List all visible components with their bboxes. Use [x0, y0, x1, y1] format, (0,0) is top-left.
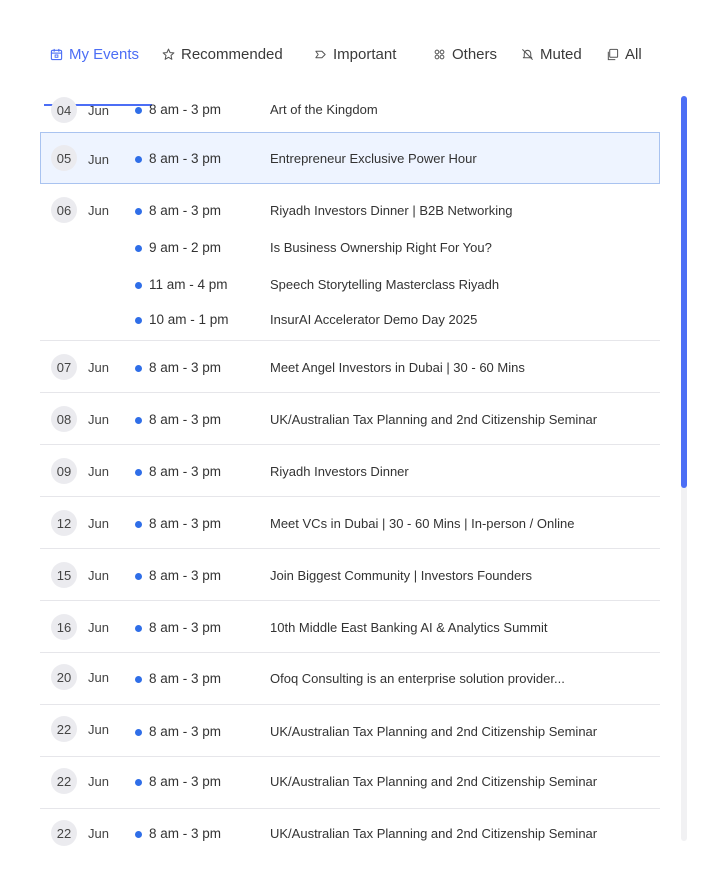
event-title: Meet VCs in Dubai | 30 - 60 Mins | In-pe… [270, 516, 575, 531]
day-group: 09 Jun 8 am - 3 pm Riyadh Investors Dinn… [40, 445, 660, 497]
event-time: 8 am - 3 pm [149, 151, 222, 166]
event-dot [135, 282, 142, 289]
event-item[interactable]: 8 am - 3 pm Join Biggest Community | Inv… [40, 567, 660, 587]
event-time: 9 am - 2 pm [149, 240, 222, 255]
event-item[interactable]: 8 am - 3 pm UK/Australian Tax Planning a… [40, 825, 660, 845]
day-group: 16 Jun 8 am - 3 pm 10th Middle East Bank… [40, 601, 660, 653]
copy-icon [607, 48, 619, 60]
event-time: 8 am - 3 pm [149, 671, 222, 686]
day-group: 06 Jun 8 am - 3 pm Riyadh Investors Dinn… [40, 184, 660, 341]
day-group: 22 Jun 8 am - 3 pm UK/Australian Tax Pla… [40, 705, 660, 757]
tab-label: All [625, 45, 642, 63]
event-time: 8 am - 3 pm [149, 102, 222, 117]
event-title: Speech Storytelling Masterclass Riyadh [270, 277, 500, 292]
event-title: Riyadh Investors Dinner [270, 464, 409, 479]
tab-muted[interactable]: Muted [521, 34, 582, 74]
day-group: 15 Jun 8 am - 3 pm Join Biggest Communit… [40, 549, 660, 601]
event-tabs: My Events Recommended Important Others M… [40, 34, 660, 106]
event-item[interactable]: 8 am - 3 pm 10th Middle East Banking AI … [40, 619, 660, 639]
event-item[interactable]: 8 am - 3 pm Riyadh Investors Dinner | B2… [40, 202, 660, 222]
event-time: 8 am - 3 pm [149, 516, 222, 531]
event-item[interactable]: 8 am - 3 pm Ofoq Consulting is an enterp… [40, 670, 660, 690]
tab-all[interactable]: All [606, 34, 642, 74]
event-dot [135, 625, 142, 632]
event-item[interactable]: 8 am - 3 pm Meet VCs in Dubai | 30 - 60 … [40, 515, 660, 535]
event-dot [135, 107, 142, 114]
event-title: Riyadh Investors Dinner | B2B Networking [270, 203, 513, 218]
event-item[interactable]: 11 am - 4 pm Speech Storytelling Masterc… [40, 276, 660, 296]
event-time: 8 am - 3 pm [149, 203, 222, 218]
event-item[interactable]: 8 am - 3 pm Riyadh Investors Dinner [40, 463, 660, 483]
event-title: Meet Angel Investors in Dubai | 30 - 60 … [270, 360, 525, 375]
event-time: 8 am - 3 pm [149, 568, 222, 583]
tab-label: My Events [69, 45, 140, 63]
day-group: 20 Jun 8 am - 3 pm Ofoq Consulting is an… [40, 653, 660, 705]
day-group: 08 Jun 8 am - 3 pm UK/Australian Tax Pla… [40, 393, 660, 445]
day-group: 12 Jun 8 am - 3 pm Meet VCs in Dubai | 3… [40, 497, 660, 549]
event-dot [135, 831, 142, 838]
event-dot [135, 208, 142, 215]
event-dot [135, 676, 142, 683]
event-title: InsurAI Accelerator Demo Day 2025 [270, 312, 478, 327]
tab-label: Muted [540, 45, 582, 63]
event-item[interactable]: 8 am - 3 pm UK/Australian Tax Planning a… [40, 723, 660, 743]
dots-icon [434, 49, 445, 59]
day-group: 22 Jun 8 am - 3 pm UK/Australian Tax Pla… [40, 757, 660, 809]
event-item[interactable]: 8 am - 3 pm Art of the Kingdom [40, 101, 660, 121]
event-dot [135, 156, 142, 163]
event-time: 8 am - 3 pm [149, 620, 222, 635]
event-title: UK/Australian Tax Planning and 2nd Citiz… [270, 826, 598, 841]
event-time: 11 am - 4 pm [149, 277, 228, 292]
tab-important[interactable]: Important [314, 34, 396, 74]
event-title: UK/Australian Tax Planning and 2nd Citiz… [270, 774, 598, 789]
event-time: 8 am - 3 pm [149, 724, 222, 739]
label-icon [315, 50, 326, 58]
event-item[interactable]: 8 am - 3 pm Entrepreneur Exclusive Power… [40, 150, 660, 170]
day-group: 04 Jun 8 am - 3 pm Art of the Kingdom [40, 88, 660, 133]
event-dot [135, 245, 142, 252]
mute-icon [522, 48, 533, 60]
event-item[interactable]: 9 am - 2 pm Is Business Ownership Right … [40, 239, 660, 259]
day-group: 07 Jun 8 am - 3 pm Meet Angel Investors … [40, 341, 660, 393]
day-group: 22 Jun 8 am - 3 pm UK/Australian Tax Pla… [40, 809, 660, 860]
event-time: 8 am - 3 pm [149, 826, 222, 841]
event-item[interactable]: 8 am - 3 pm UK/Australian Tax Planning a… [40, 411, 660, 431]
event-time: 8 am - 3 pm [149, 412, 222, 427]
event-title: Is Business Ownership Right For You? [270, 240, 492, 255]
event-dot [135, 469, 142, 476]
event-dot [135, 729, 142, 736]
event-dot [135, 417, 142, 424]
event-title: UK/Australian Tax Planning and 2nd Citiz… [270, 412, 598, 427]
tab-label: Others [452, 45, 498, 63]
event-time: 8 am - 3 pm [149, 774, 222, 789]
event-title: Art of the Kingdom [270, 102, 378, 117]
star-icon [162, 48, 175, 60]
calendar-icon [50, 48, 63, 60]
event-title: Join Biggest Community | Investors Found… [270, 568, 533, 583]
event-title: 10th Middle East Banking AI & Analytics … [270, 620, 548, 635]
event-dot [135, 573, 142, 580]
event-time: 8 am - 3 pm [149, 464, 222, 479]
day-group-selected: 05 Jun 8 am - 3 pm Entrepreneur Exclusiv… [40, 132, 660, 184]
tab-my-events[interactable]: My Events [50, 34, 139, 74]
event-title: Entrepreneur Exclusive Power Hour [270, 151, 477, 166]
event-title: UK/Australian Tax Planning and 2nd Citiz… [270, 724, 598, 739]
event-title: Ofoq Consulting is an enterprise solutio… [270, 671, 565, 686]
event-dot [135, 779, 142, 786]
event-dot [135, 365, 142, 372]
event-time: 8 am - 3 pm [149, 360, 222, 375]
tab-others[interactable]: Others [433, 34, 497, 74]
event-dot [135, 317, 142, 324]
event-item[interactable]: 8 am - 3 pm Meet Angel Investors in Duba… [40, 359, 660, 379]
event-item[interactable]: 10 am - 1 pm InsurAI Accelerator Demo Da… [40, 311, 660, 331]
tab-recommended[interactable]: Recommended [162, 34, 283, 74]
event-time: 10 am - 1 pm [149, 312, 229, 327]
tab-label: Recommended [181, 45, 283, 63]
event-dot [135, 521, 142, 528]
scrollbar-thumb[interactable] [681, 96, 687, 488]
tab-label: Important [333, 45, 397, 63]
event-item[interactable]: 8 am - 3 pm UK/Australian Tax Planning a… [40, 773, 660, 793]
